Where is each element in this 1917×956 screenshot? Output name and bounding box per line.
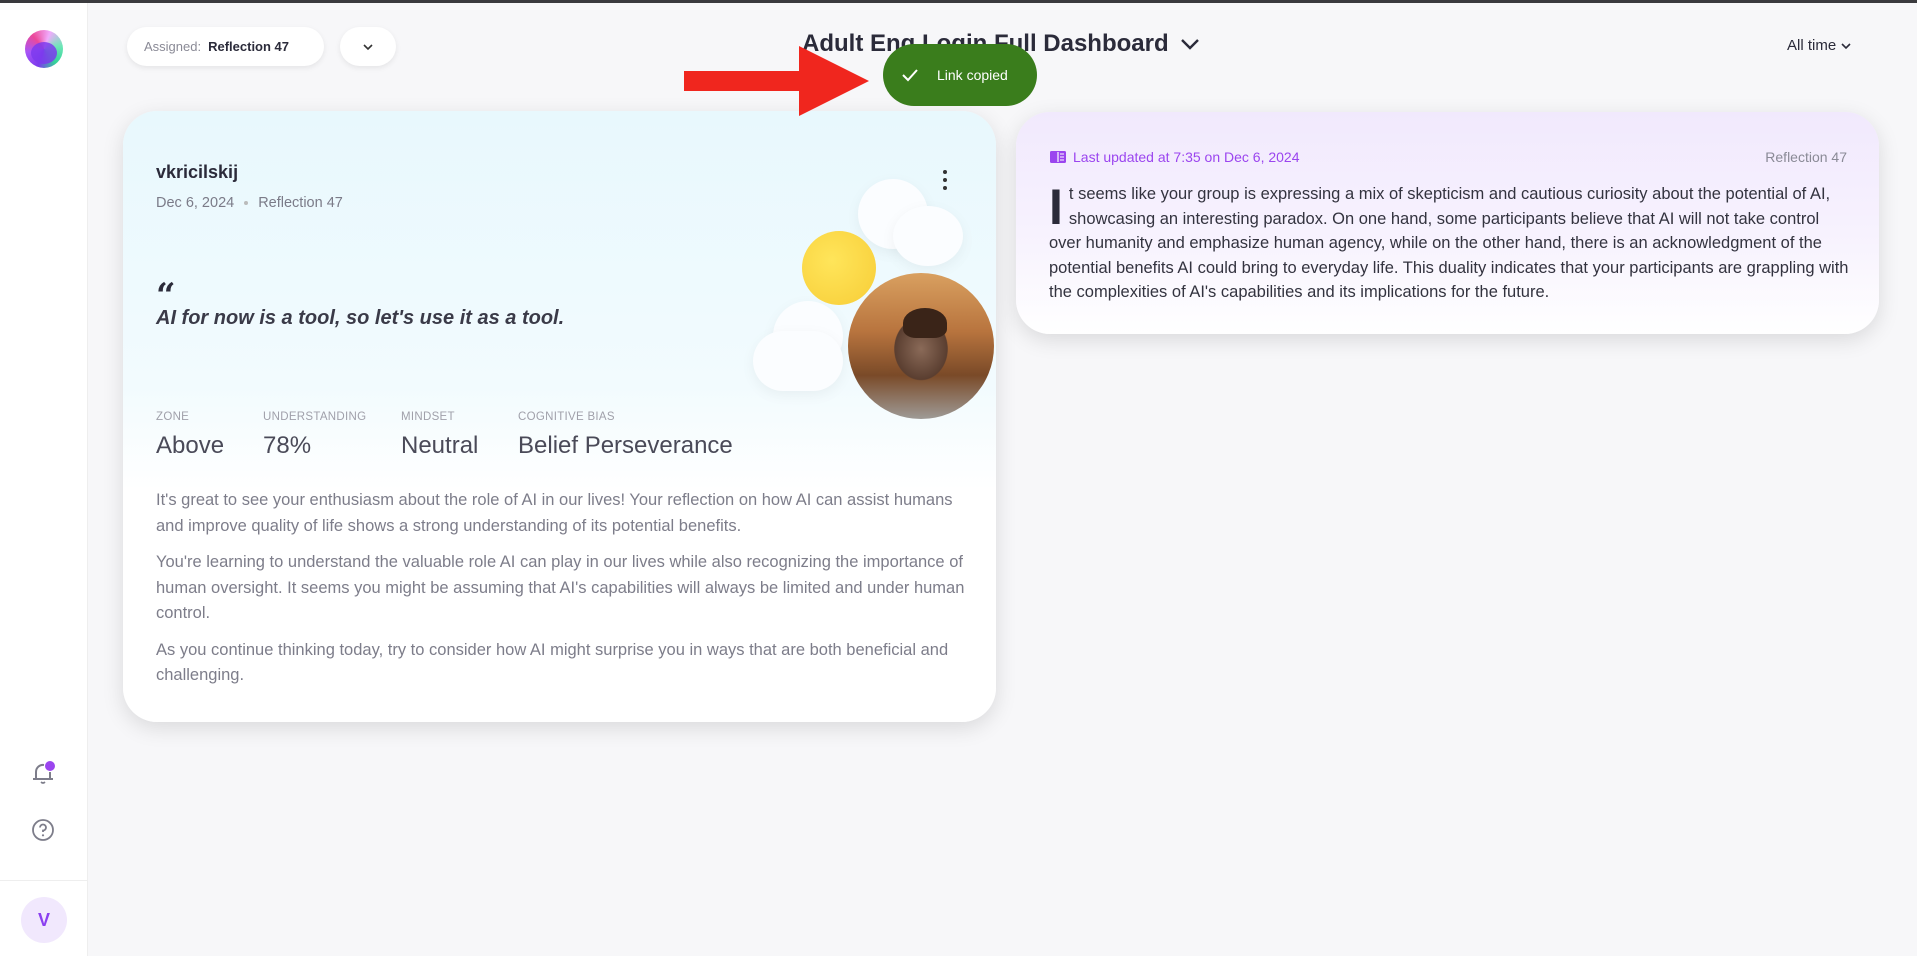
assigned-value: Reflection 47 (208, 39, 290, 54)
time-filter-label: All time (1787, 37, 1837, 54)
sun-icon (802, 231, 876, 305)
feedback-text: It's great to see your enthusiasm about … (156, 488, 966, 700)
stat-cognitive-bias: COGNITIVE BIAS Belief Perseverance (518, 411, 733, 459)
link-copied-toast: Link copied (883, 44, 1037, 106)
toast-text: Link copied (937, 67, 1008, 83)
reflection-meta: Dec 6, 2024 Reflection 47 (156, 195, 343, 211)
chevron-down-icon (1841, 42, 1851, 49)
username: vkricilskij (156, 162, 239, 182)
more-options-icon[interactable] (935, 167, 955, 193)
separator-dot (244, 201, 249, 205)
red-arrow-annotation-icon (684, 46, 869, 116)
summary-reflection-name: Reflection 47 (1765, 149, 1847, 165)
assigned-filter[interactable]: Assigned: Reflection 47 (127, 27, 324, 66)
checkmark-icon (902, 69, 918, 82)
participant-photo (848, 273, 994, 419)
summary-text: It seems like your group is expressing a… (1049, 182, 1849, 305)
group-summary-card: Last updated at 7:35 on Dec 6, 2024 Refl… (1016, 112, 1879, 334)
stat-understanding: UNDERSTANDING 78% (263, 411, 367, 459)
reflection-date: Dec 6, 2024 (156, 195, 235, 211)
assigned-dropdown-button[interactable] (340, 27, 396, 66)
sidebar-divider (0, 880, 88, 881)
summary-body: t seems like your group is expressing a … (1049, 185, 1849, 301)
chevron-down-icon (363, 43, 373, 50)
app-logo[interactable] (25, 30, 63, 68)
reflection-name: Reflection 47 (258, 195, 343, 211)
stat-mindset: MINDSET Neutral (401, 411, 479, 459)
last-updated-text: Last updated at 7:35 on Dec 6, 2024 (1073, 149, 1300, 165)
time-filter-dropdown[interactable]: All time (1787, 37, 1852, 54)
assigned-label: Assigned: (144, 39, 202, 54)
drop-cap: I (1049, 179, 1063, 235)
notification-bell-icon[interactable] (30, 760, 56, 786)
reflection-stats: ZONE Above UNDERSTANDING 78% MINDSET Neutra… (156, 411, 733, 460)
chevron-down-icon (1180, 39, 1199, 50)
book-icon (1050, 151, 1066, 163)
help-icon[interactable] (31, 818, 55, 842)
feedback-paragraph: As you continue thinking today, try to c… (156, 640, 949, 685)
feedback-paragraph: It's great to see your enthusiasm about … (156, 491, 953, 535)
stat-zone: ZONE Above (156, 411, 225, 459)
sidebar: V (0, 3, 88, 956)
weather-illustration (753, 179, 994, 419)
reflection-quote: AI for now is a tool, so let's use it as… (156, 307, 565, 329)
user-avatar[interactable]: V (21, 897, 67, 943)
last-updated: Last updated at 7:35 on Dec 6, 2024 (1049, 149, 1300, 165)
window-top-bar (0, 0, 1917, 3)
reflection-card: vkricilskij Dec 6, 2024 Reflection 47 “ … (123, 111, 996, 722)
feedback-paragraph: You're learning to understand the valuab… (156, 553, 965, 622)
